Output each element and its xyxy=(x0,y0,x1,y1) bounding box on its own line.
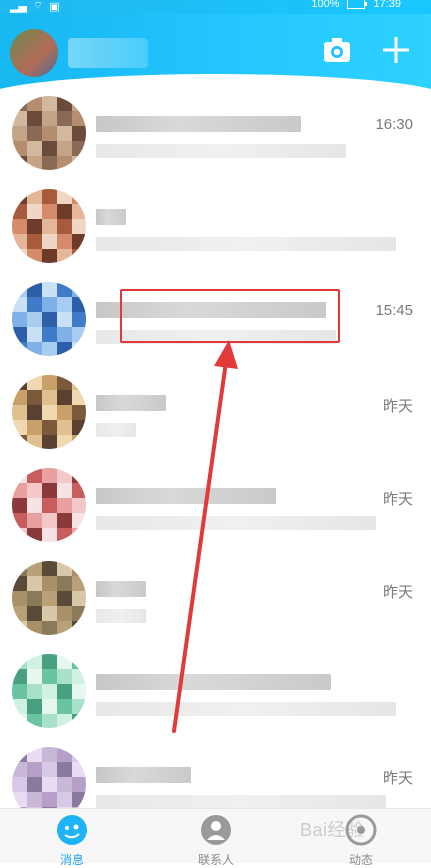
message-preview-blurred xyxy=(96,423,136,437)
status-icons: ▂▄ ⌔ ▣ xyxy=(10,0,60,13)
message-time: 16:30 xyxy=(375,116,413,133)
watermark: Bai经验 xyxy=(300,820,365,840)
contact-name-blurred xyxy=(96,674,331,690)
contacts-tab-icon xyxy=(201,815,231,845)
conversation-item[interactable] xyxy=(0,638,431,730)
message-preview-blurred xyxy=(96,795,386,809)
contact-name-blurred xyxy=(96,395,166,411)
message-preview-blurred xyxy=(96,144,346,158)
contact-name-blurred xyxy=(96,209,126,225)
contact-avatar[interactable] xyxy=(12,654,86,728)
conversation-item[interactable]: 16:30 xyxy=(0,80,431,172)
header xyxy=(0,14,431,90)
tab-contacts[interactable]: 联系人 xyxy=(176,813,256,868)
contact-avatar[interactable] xyxy=(12,375,86,449)
contact-avatar[interactable] xyxy=(12,561,86,635)
contact-avatar[interactable] xyxy=(12,96,86,170)
battery-percent: 100% xyxy=(311,0,340,10)
contact-avatar[interactable] xyxy=(12,468,86,542)
my-nickname-blurred xyxy=(68,38,148,68)
plus-icon[interactable] xyxy=(380,34,412,66)
contact-avatar[interactable] xyxy=(12,189,86,263)
conversation-item[interactable]: 昨天 xyxy=(0,359,431,451)
wifi-icon: ⌔ xyxy=(32,0,44,12)
tab-messages-label: 消息 xyxy=(59,853,84,867)
notification-icon: ▣ xyxy=(49,0,60,13)
conversation-item[interactable] xyxy=(0,173,431,265)
message-preview-blurred xyxy=(96,237,396,251)
tab-contacts-label: 联系人 xyxy=(197,853,234,867)
message-time: 昨天 xyxy=(382,584,413,601)
contact-name-blurred xyxy=(96,581,146,597)
contact-name-blurred xyxy=(96,767,191,783)
contact-name-blurred xyxy=(96,488,276,504)
my-avatar[interactable] xyxy=(10,29,58,77)
signal-icon: ▂▄ xyxy=(10,0,27,13)
message-time: 昨天 xyxy=(382,491,413,508)
conversation-item[interactable]: 昨天 xyxy=(0,545,431,637)
message-tab-icon xyxy=(57,815,87,845)
tab-messages[interactable]: 消息 xyxy=(32,813,112,868)
status-right: 100% 17:39 xyxy=(311,0,401,10)
tab-dynamic-label: 动态 xyxy=(348,853,373,867)
conversation-item[interactable]: 昨天 xyxy=(0,452,431,544)
message-time: 15:45 xyxy=(375,302,413,319)
annotation-highlight-box xyxy=(120,289,340,343)
message-preview-blurred xyxy=(96,609,146,623)
message-preview-blurred xyxy=(96,516,376,530)
contact-name-blurred xyxy=(96,116,301,132)
status-bar: ▂▄ ⌔ ▣ 100% 17:39 xyxy=(0,0,431,14)
message-preview-blurred xyxy=(96,702,396,716)
message-time: 昨天 xyxy=(382,398,413,415)
bottom-tab-bar: 消息 联系人 动态 xyxy=(0,808,431,867)
contact-avatar[interactable] xyxy=(12,282,86,356)
status-time: 17:39 xyxy=(373,0,401,10)
camera-icon[interactable] xyxy=(321,34,353,66)
message-time: 昨天 xyxy=(382,770,413,787)
battery-icon xyxy=(347,0,368,9)
